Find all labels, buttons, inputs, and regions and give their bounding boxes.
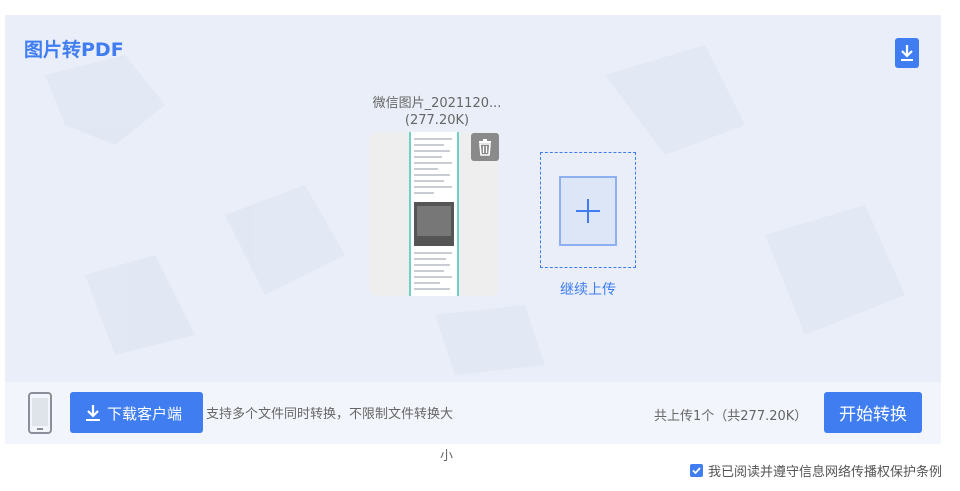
upload-count: 共上传1个（共277.20K）	[654, 409, 808, 424]
delete-file-button[interactable]	[471, 133, 499, 161]
file-name-text: 微信图片_2021120...	[372, 96, 502, 111]
bottom-toolbar: 下载客户端 支持多个文件同时转换，不限制文件转换大 共上传1个（共277.20K…	[5, 382, 941, 444]
file-info: 微信图片_2021120... (277.20K)	[369, 95, 505, 129]
download-icon	[901, 45, 913, 61]
support-text: 支持多个文件同时转换，不限制文件转换大	[206, 407, 454, 422]
page-title: 图片转PDF	[24, 39, 124, 61]
phone-icon	[27, 392, 53, 434]
checkbox-icon[interactable]	[690, 464, 703, 477]
download-client-label: 下载客户端	[107, 406, 183, 423]
agreement-row[interactable]: 我已阅读并遵守信息网络传播权保护条例	[690, 461, 942, 480]
agreement-text: 我已阅读并遵守信息网络传播权保护条例	[708, 465, 943, 480]
add-inner-box	[559, 176, 617, 246]
start-convert-button[interactable]: 开始转换	[824, 392, 922, 433]
trash-icon	[479, 139, 491, 156]
file-size-text: (277.20K)	[404, 113, 470, 128]
support-text-tail: 小	[440, 449, 454, 464]
thumbnail-page-preview	[409, 132, 459, 296]
upload-panel: 图片转PDF 微信图片_2021120... (277.20K) 继续上传	[5, 15, 941, 382]
add-more-label[interactable]: 继续上传	[540, 279, 636, 299]
plus-icon	[576, 199, 600, 223]
download-corner-button[interactable]	[895, 38, 919, 68]
add-more-files-button[interactable]	[540, 152, 636, 268]
download-icon	[86, 405, 100, 421]
download-client-button[interactable]: 下载客户端	[70, 392, 203, 433]
